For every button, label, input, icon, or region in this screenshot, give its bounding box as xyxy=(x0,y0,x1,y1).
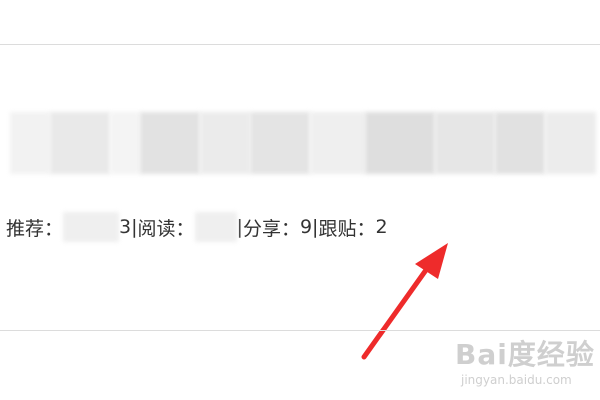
share-count: 9 xyxy=(299,216,313,238)
top-divider xyxy=(0,44,600,45)
reply-label[interactable]: 跟贴： xyxy=(318,214,375,241)
blurred-post-title xyxy=(10,112,596,174)
watermark-logo: Bai度经验 xyxy=(455,338,595,371)
post-stats: 推荐： 3 | 阅读： | 分享： 9 | 跟贴： 2 xyxy=(6,210,388,244)
reply-count[interactable]: 2 xyxy=(375,216,387,238)
bottom-divider xyxy=(0,330,600,331)
recommend-count-tail: 3 xyxy=(119,216,132,238)
recommend-label: 推荐： xyxy=(6,217,64,240)
read-label: 阅读： xyxy=(137,217,195,240)
read-count-redacted xyxy=(194,212,237,242)
share-label: 分享： xyxy=(242,217,300,240)
watermark-url: jingyan.baidu.com xyxy=(461,373,572,387)
recommend-count-redacted xyxy=(63,212,120,242)
baidu-jingyan-watermark: Bai度经验 jingyan.baidu.com xyxy=(455,333,595,395)
